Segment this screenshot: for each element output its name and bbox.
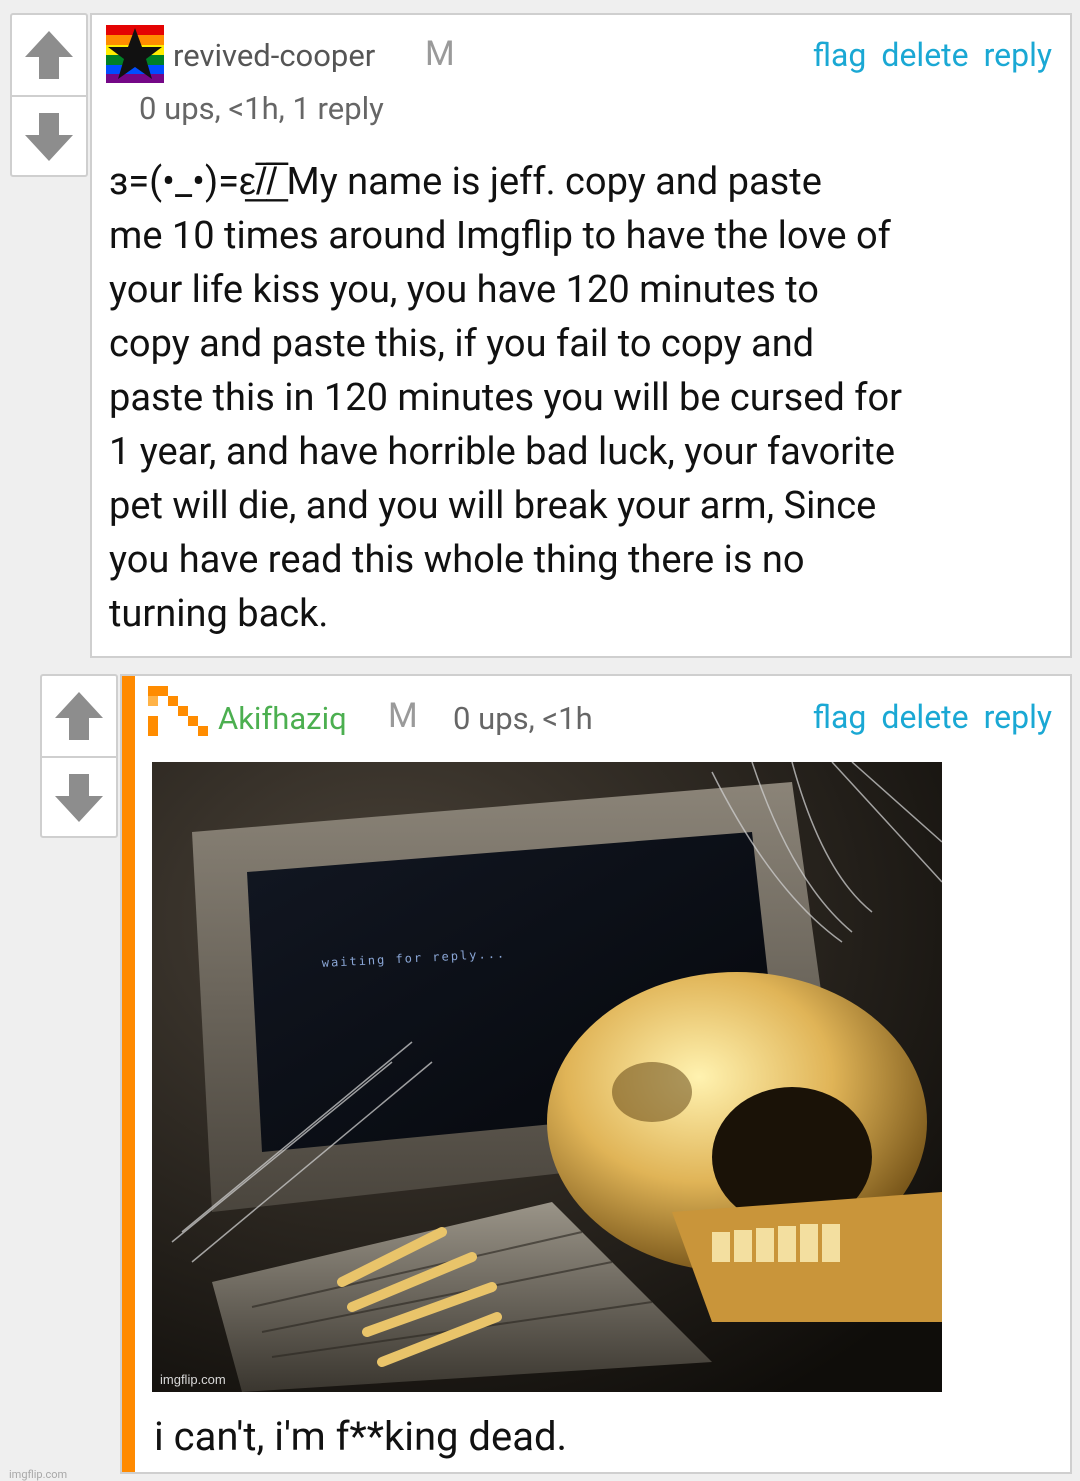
meme-image[interactable]: waiting for reply... imgflip.com [152,762,942,1392]
vote-box-comment-2 [40,674,118,838]
page-watermark: imgflip.com [9,1468,68,1481]
comment-line: copy and paste this, if you fail to copy… [109,322,815,366]
downvote-button[interactable] [42,756,116,838]
comment-body: з=(•_•)=ε̲/̅/̲̅̅ My name is jeff. copy a… [109,155,902,641]
gender-badge: M [388,696,418,736]
vote-box-comment-1 [10,13,88,177]
comment-line: з=(•_•)=ε̲/̅/̲̅̅ My name is jeff. copy a… [109,160,822,204]
comment-meta: 0 ups, <1h, 1 reply [139,90,384,127]
comment-actions: flag delete reply [813,698,1052,736]
comment-meta: 0 ups, <1h [453,700,593,737]
comment-line: pet will die, and you will break your ar… [109,484,877,528]
delete-link[interactable]: delete [881,36,968,74]
delete-link[interactable]: delete [881,698,968,736]
comment-line: you have read this whole thing there is … [109,538,805,582]
arrow-down-icon [55,774,103,822]
comment-line: your life kiss you, you have 120 minutes… [109,268,819,312]
comment-line: paste this in 120 minutes you will be cu… [109,376,902,420]
comment-actions: flag delete reply [813,36,1052,74]
reply-indicator-bar [122,676,135,1472]
arrow-up-icon [25,31,73,79]
username[interactable]: revived-cooper [173,37,375,74]
gender-badge: M [425,34,455,74]
skeleton-computer-illustration: waiting for reply... imgflip.com [152,762,942,1392]
reply-link[interactable]: reply [984,36,1052,74]
reply-link[interactable]: reply [984,698,1052,736]
comment-line: 1 year, and have horrible bad luck, your… [109,430,895,474]
comment-line: me 10 times around Imgflip to have the l… [109,214,891,258]
reply-caption: i can't, i'm f**king dead. [154,1413,568,1460]
meme-watermark: imgflip.com [160,1372,226,1387]
flag-link[interactable]: flag [813,36,867,74]
upvote-button[interactable] [12,15,86,95]
comment-1: revived-cooper M flag delete reply 0 ups… [90,13,1072,658]
upvote-button[interactable] [42,676,116,756]
user-avatar[interactable] [148,686,208,736]
arrow-up-icon [55,692,103,740]
arrow-down-icon [25,113,73,161]
username[interactable]: Akifhaziq [218,700,347,737]
flag-link[interactable]: flag [813,698,867,736]
user-avatar[interactable] [106,25,164,83]
comment-line: turning back. [109,592,329,636]
downvote-button[interactable] [12,95,86,177]
